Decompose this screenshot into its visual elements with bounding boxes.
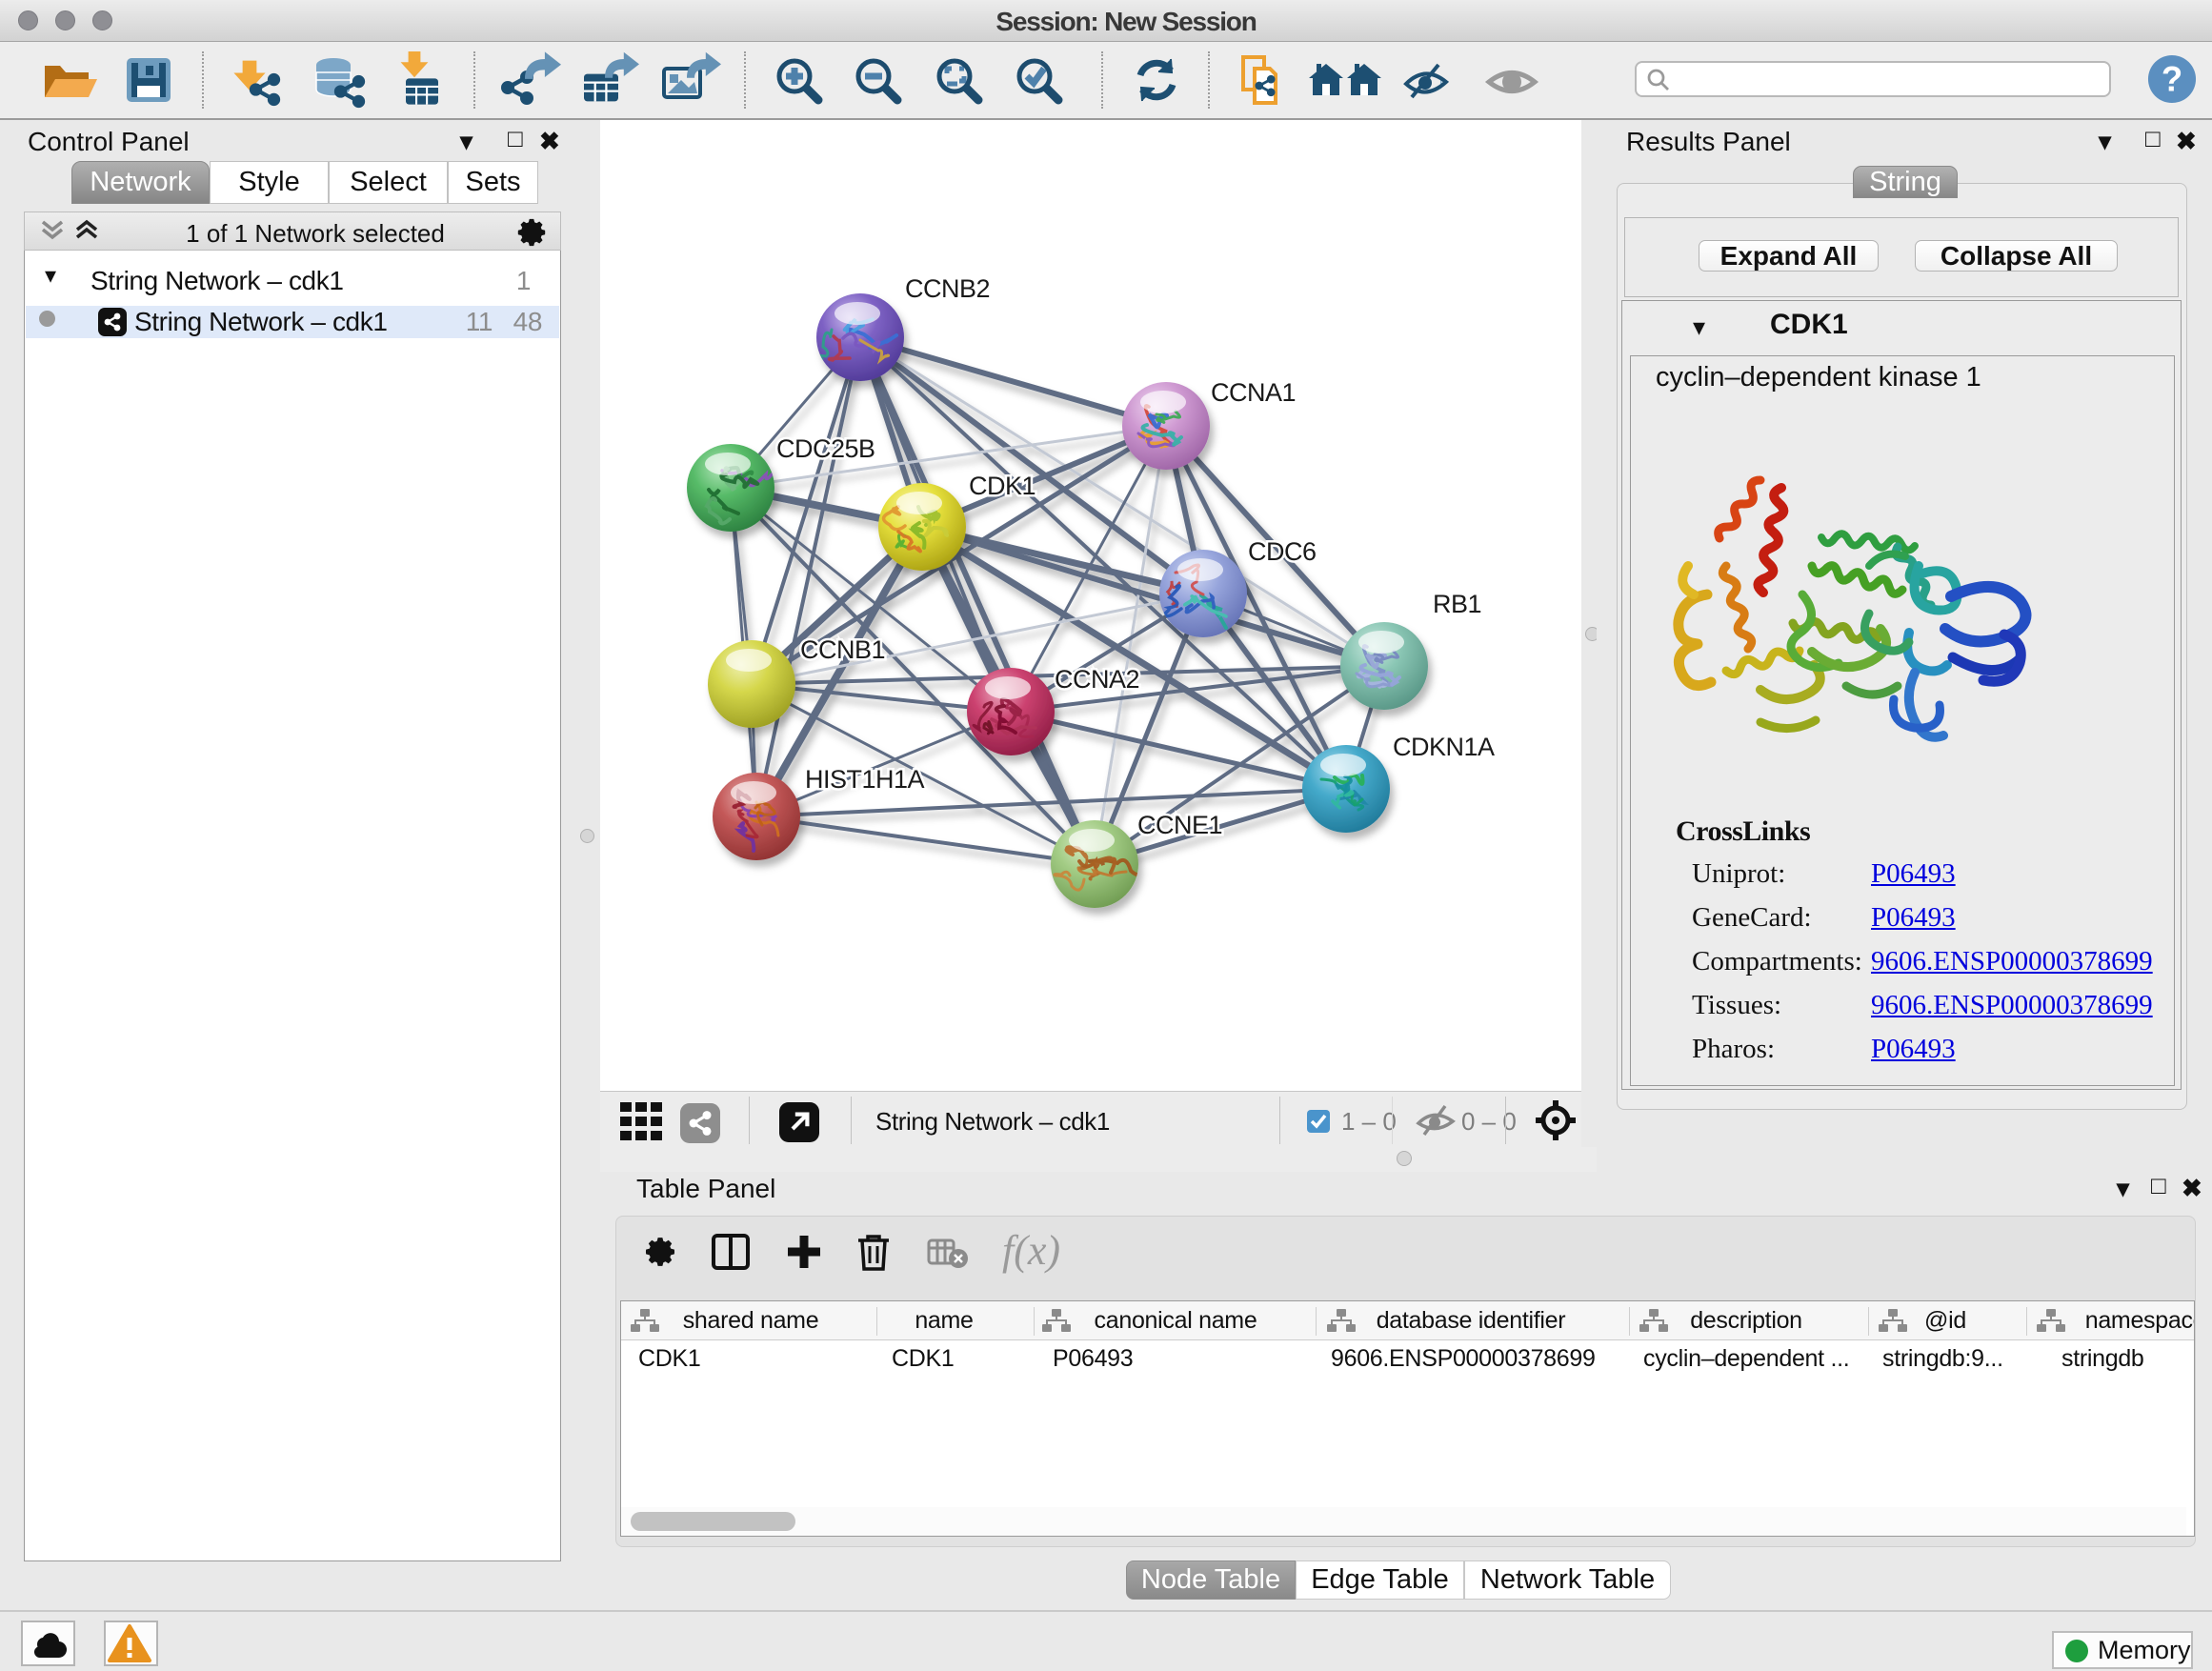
- svg-text:CCNA1: CCNA1: [1211, 378, 1296, 407]
- svg-text:CDC25B: CDC25B: [776, 434, 875, 463]
- svg-text:CDKN1A: CDKN1A: [1393, 733, 1495, 761]
- svg-text:CDC6: CDC6: [1248, 537, 1317, 566]
- svg-text:HIST1H1A: HIST1H1A: [805, 765, 925, 794]
- svg-text:CCNB1: CCNB1: [800, 635, 885, 664]
- svg-text:CCNB2: CCNB2: [905, 274, 990, 303]
- svg-text:CCNA2: CCNA2: [1055, 665, 1139, 694]
- svg-text:CDK1: CDK1: [969, 472, 1036, 500]
- svg-text:CCNE1: CCNE1: [1137, 811, 1222, 839]
- svg-text:RB1: RB1: [1433, 590, 1481, 618]
